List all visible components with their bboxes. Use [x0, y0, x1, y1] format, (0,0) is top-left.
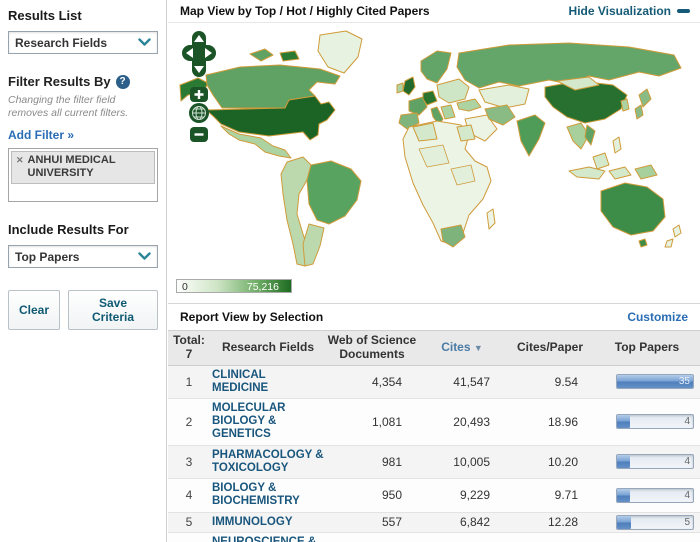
main-panel: Map View by Top / Hot / Highly Cited Pap…	[168, 0, 700, 542]
map-color-legend: 0 75,216	[176, 279, 292, 293]
table-row: 3 PHARMACOLOGY & TOXICOLOGY 981 10,005 1…	[168, 445, 700, 480]
cites-value: 10,005	[453, 454, 490, 469]
customize-link[interactable]: Customize	[627, 310, 688, 324]
top-papers-bar: 4	[616, 414, 694, 430]
top-papers-bar: 4	[616, 487, 694, 503]
results-list-value: Research Fields	[15, 35, 108, 50]
cites-per-paper-value: 18.96	[547, 414, 578, 429]
sidebar: Results List Research Fields Filter Resu…	[0, 0, 167, 542]
include-results-label: Include Results For	[8, 222, 129, 238]
col-top-papers: Top Papers	[614, 339, 680, 354]
active-filters-box: ✕ ANHUI MEDICAL UNIVERSITY	[8, 148, 158, 203]
top-papers-value: 5	[684, 516, 690, 528]
cites-value: 6,842	[459, 515, 490, 530]
legend-max-value: 75,216	[246, 281, 279, 293]
field-link[interactable]: PHARMACOLOGY & TOXICOLOGY	[210, 446, 326, 478]
cites-per-paper-value: 9.54	[554, 374, 578, 389]
total-count: Total: 7	[173, 333, 205, 361]
top-papers-value: 4	[684, 489, 690, 501]
legend-min-value: 0	[182, 281, 188, 293]
top-papers-value: 35	[678, 376, 690, 388]
add-filter-link[interactable]: Add Filter »	[8, 128, 74, 142]
results-list-dropdown[interactable]: Research Fields	[8, 31, 158, 54]
sort-desc-icon: ▼	[473, 342, 483, 353]
results-list-label: Results List	[8, 8, 82, 23]
docs-value: 950	[381, 488, 402, 503]
minus-icon	[677, 9, 690, 13]
chevron-down-icon	[138, 38, 151, 47]
cites-per-paper-value: 12.28	[547, 515, 578, 530]
cites-value: 20,493	[453, 414, 490, 429]
col-cites-per-paper: Cites/Paper	[516, 339, 584, 354]
chevron-down-icon	[138, 252, 151, 261]
docs-value: 981	[381, 454, 402, 469]
cites-value: 41,547	[453, 374, 490, 389]
save-criteria-button[interactable]: Save Criteria	[68, 290, 158, 331]
field-link[interactable]: IMMUNOLOGY	[210, 513, 326, 532]
map-view-title: Map View by Top / Hot / Highly Cited Pap…	[180, 4, 430, 18]
field-link[interactable]: BIOLOGY & BIOCHEMISTRY	[210, 479, 326, 511]
field-link[interactable]: CLINICAL MEDICINE	[210, 366, 326, 398]
field-link[interactable]: MOLECULAR BIOLOGY & GENETICS	[210, 399, 326, 445]
filter-results-by-label: Filter Results By	[8, 74, 111, 89]
results-table: Total: 7 Research Fields Web of Science D…	[168, 330, 700, 542]
table-row: 1 CLINICAL MEDICINE 4,354 41,547 9.54 35	[168, 365, 700, 400]
row-rank: 3	[185, 454, 193, 469]
col-documents: Web of Science Documents	[327, 333, 417, 361]
choropleth-world-map	[179, 30, 682, 267]
table-row: 6 NEUROSCIENCE & BEHAVIOR 605 6,610 10.9…	[168, 532, 700, 542]
table-header-row: Total: 7 Research Fields Web of Science D…	[168, 330, 700, 366]
cites-value: 9,229	[459, 488, 490, 503]
docs-value: 4,354	[371, 374, 402, 389]
docs-value: 557	[381, 515, 402, 530]
col-cites-sortable[interactable]: Cites ▼	[418, 340, 506, 355]
table-row: 5 IMMUNOLOGY 557 6,842 12.28 5	[168, 512, 700, 533]
map-controls[interactable]	[180, 31, 220, 159]
esi-app-window: Results List Research Fields Filter Resu…	[0, 0, 700, 542]
top-papers-bar: 5	[616, 514, 694, 530]
row-rank: 4	[185, 488, 193, 503]
top-papers-bar: 4	[616, 454, 694, 470]
cites-per-paper-value: 10.20	[547, 454, 578, 469]
docs-value: 1,081	[371, 414, 402, 429]
top-papers-value: 4	[684, 416, 690, 428]
include-results-dropdown[interactable]: Top Papers	[8, 245, 158, 269]
filter-note: Changing the filter field removes all cu…	[8, 94, 129, 120]
top-papers-value: 4	[684, 456, 690, 468]
field-link[interactable]: NEUROSCIENCE & BEHAVIOR	[210, 533, 326, 542]
table-row: 4 BIOLOGY & BIOCHEMISTRY 950 9,229 9.71 …	[168, 479, 700, 513]
include-results-value: Top Papers	[15, 249, 80, 264]
row-rank: 5	[185, 515, 193, 530]
hide-visualization-link[interactable]: Hide Visualization	[569, 4, 690, 18]
table-row: 2 MOLECULAR BIOLOGY & GENETICS 1,081 20,…	[168, 399, 700, 446]
world-map-visualization[interactable]	[168, 23, 700, 273]
row-rank: 2	[185, 414, 193, 429]
cites-per-paper-value: 9.71	[554, 488, 578, 503]
filter-tag-label: ANHUI MEDICAL UNIVERSITY	[27, 154, 116, 180]
hide-visualization-label: Hide Visualization	[568, 4, 671, 18]
clear-button[interactable]: Clear	[8, 290, 61, 331]
filter-tag[interactable]: ✕ ANHUI MEDICAL UNIVERSITY	[11, 151, 155, 184]
help-icon[interactable]: ?	[115, 74, 130, 89]
remove-filter-icon[interactable]: ✕	[16, 155, 24, 166]
row-rank: 1	[185, 374, 193, 389]
report-view-title: Report View by Selection	[180, 310, 324, 324]
col-research-fields: Research Fields	[221, 339, 315, 354]
top-papers-bar: 35	[616, 374, 694, 390]
